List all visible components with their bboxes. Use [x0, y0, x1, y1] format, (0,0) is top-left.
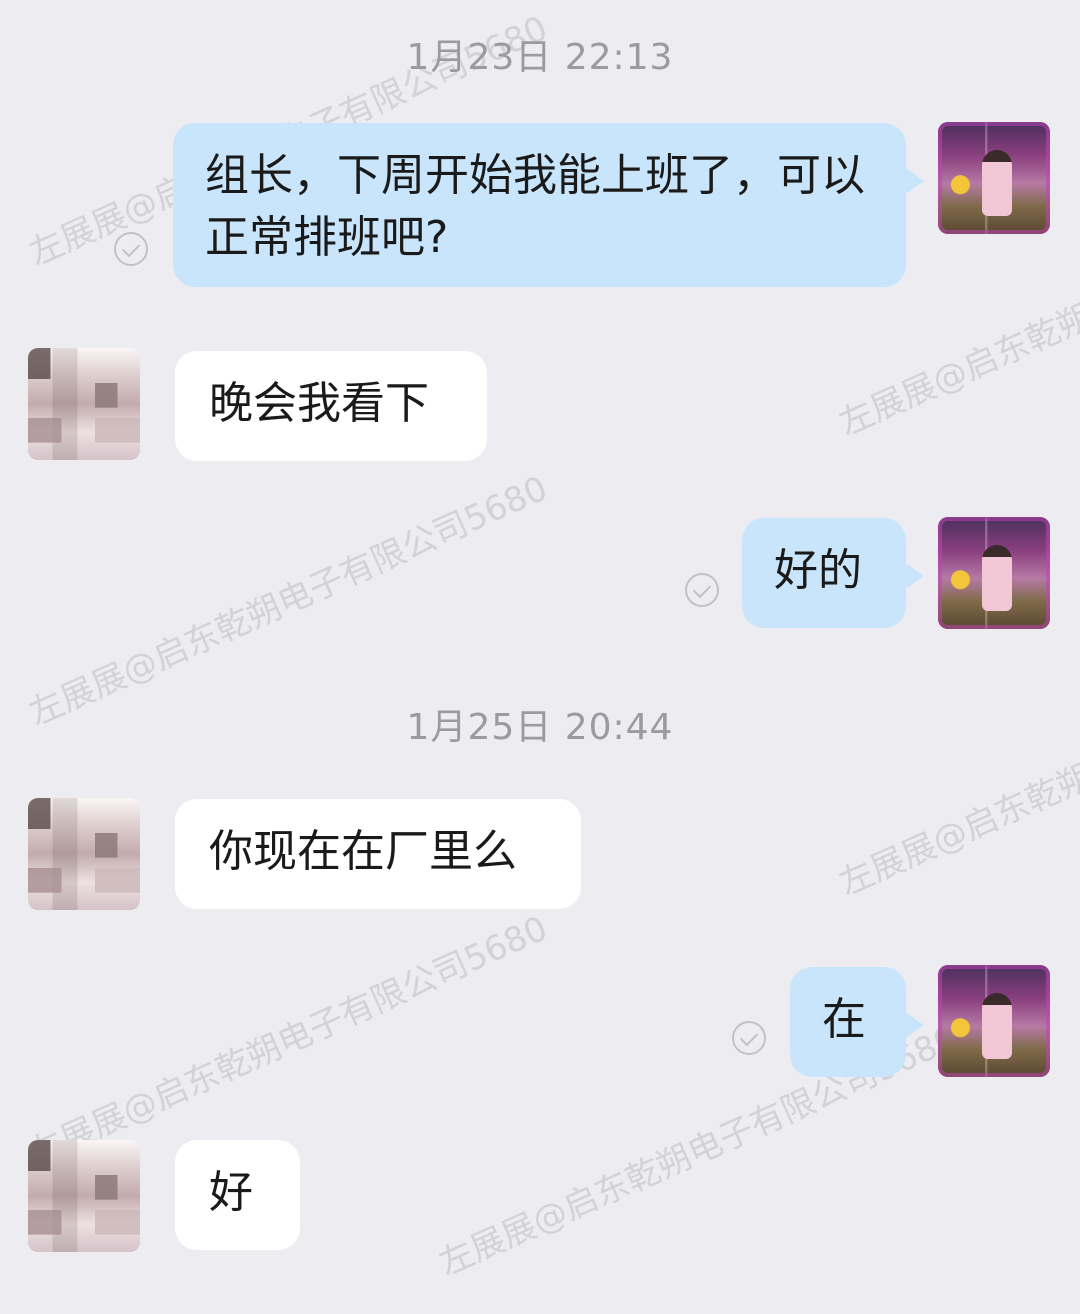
message-timestamp: 1月25日 20:44 — [406, 707, 674, 748]
watermark: 左展展@启东乾朔电子有限公司5680 — [23, 908, 554, 1174]
read-check-icon — [114, 232, 148, 266]
my-avatar[interactable] — [938, 965, 1050, 1077]
my-avatar[interactable] — [938, 517, 1050, 629]
contact-avatar[interactable] — [28, 348, 140, 460]
read-check-icon — [685, 573, 719, 607]
sent-message-bubble[interactable]: 在 — [790, 967, 924, 1077]
contact-avatar[interactable] — [28, 798, 140, 910]
received-message-bubble[interactable]: 晚会我看下 — [175, 351, 487, 461]
received-message-bubble[interactable]: 好 — [175, 1140, 300, 1250]
sent-message-bubble[interactable]: 组长，下周开始我能上班了，可以正常排班吧? — [173, 123, 924, 287]
sent-message-bubble[interactable]: 好的 — [742, 518, 924, 628]
read-check-icon — [732, 1021, 766, 1055]
message-timestamp: 1月23日 22:13 — [406, 37, 674, 78]
received-message-bubble[interactable]: 你现在在厂里么 — [175, 799, 581, 909]
chat-area[interactable]: 左展展@启东乾朔电子有限公司5680 左展展@启东乾朔电子有限公司5680 左展… — [0, 0, 1080, 1314]
contact-avatar[interactable] — [28, 1140, 140, 1252]
my-avatar[interactable] — [938, 122, 1050, 234]
watermark: 左展展@启东乾朔电子有限公司5680 — [833, 638, 1080, 904]
watermark: 左展展@启东乾朔电子有限公司5680 — [23, 468, 554, 734]
